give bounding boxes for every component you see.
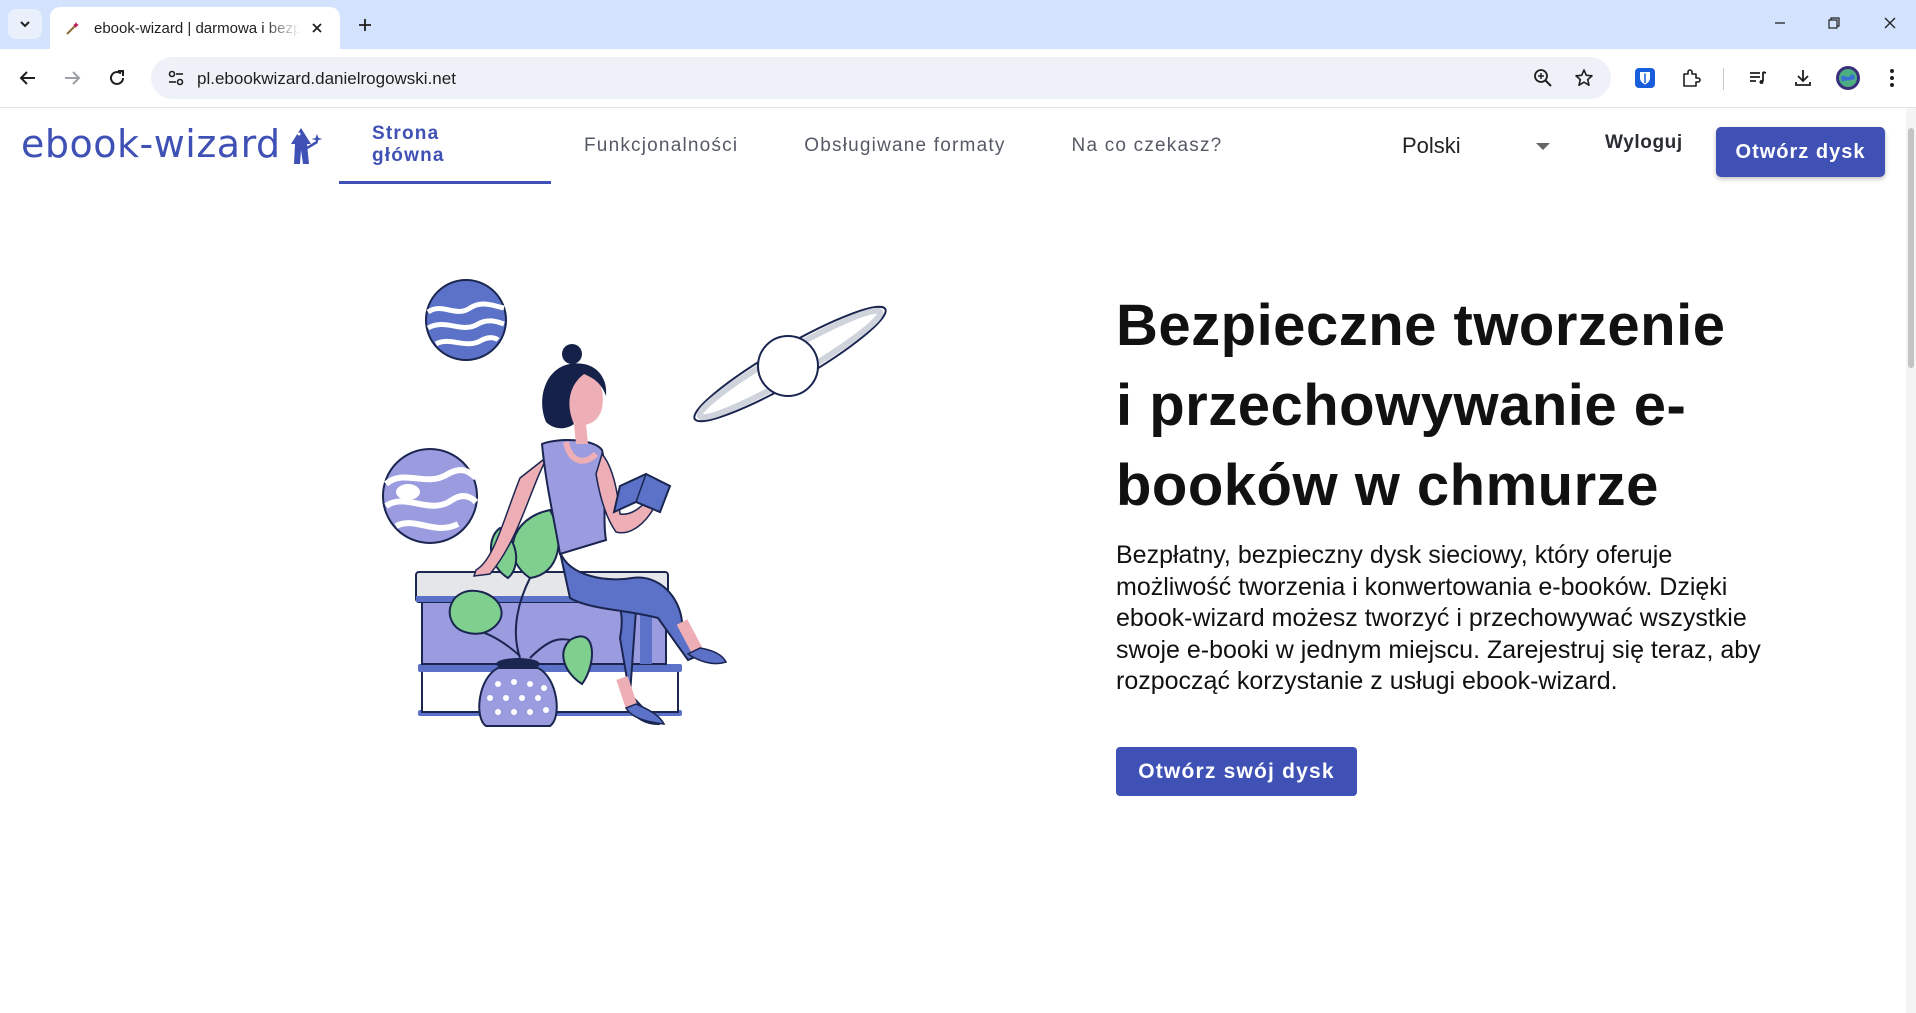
tune-icon (168, 70, 184, 86)
toolbar-separator (1723, 68, 1724, 90)
wizard-icon (290, 128, 323, 164)
logo-text: ebook-wizard (21, 122, 281, 166)
minimize-icon (1775, 22, 1785, 24)
extensions-button[interactable] (1676, 63, 1706, 93)
hero-description: Bezpłatny, bezpieczny dysk sieciowy, któ… (1116, 541, 1761, 695)
browser-tabstrip: ebook-wizard | darmowa i bezpieczna chmu… (0, 0, 1916, 49)
site-info-button[interactable] (161, 63, 191, 93)
url-text[interactable]: pl.ebookwizard.danielrogowski.net (197, 69, 456, 89)
more-vertical-icon (1890, 69, 1894, 87)
dropdown-caret-icon (1536, 143, 1550, 150)
web-page: ebook-wizard Strona główna Funkcjonalnoś… (0, 108, 1916, 1013)
chevron-down-icon (20, 21, 30, 28)
close-tab-icon[interactable] (306, 17, 328, 39)
tab-search-button[interactable] (8, 9, 42, 39)
reload-icon (110, 70, 124, 85)
hero-title: Bezpieczne tworzenie i przechowywanie e-… (1116, 293, 1726, 518)
forward-button[interactable] (57, 63, 87, 93)
browser-toolbar: pl.ebookwizard.danielrogowski.net (0, 49, 1916, 108)
nav-features[interactable]: Funkcjonalności (551, 108, 771, 184)
scroll-thumb[interactable] (1908, 128, 1914, 368)
back-button[interactable] (13, 63, 43, 93)
open-your-drive-button[interactable]: Otwórz swój dysk (1116, 747, 1357, 796)
profile-button[interactable] (1833, 63, 1863, 93)
star-icon (1575, 69, 1593, 86)
shield-icon (1635, 68, 1655, 88)
restore-icon (1828, 17, 1840, 29)
new-tab-button[interactable] (352, 12, 378, 38)
nav-home[interactable]: Strona główna (339, 108, 551, 184)
browser-tab[interactable]: ebook-wizard | darmowa i bezpieczna chmu… (50, 7, 340, 49)
downloads-button[interactable] (1788, 63, 1818, 93)
bookmark-button[interactable] (1571, 65, 1597, 91)
avatar (1836, 66, 1860, 90)
nav-what-are-you-waiting-for[interactable]: Na co czekasz? (1039, 108, 1256, 184)
close-window-button[interactable] (1870, 8, 1910, 38)
close-icon (1884, 17, 1896, 29)
language-value: Polski (1402, 133, 1461, 158)
hero-illustration (382, 279, 887, 727)
restore-button[interactable] (1814, 8, 1854, 38)
main-nav: Strona główna Funkcjonalności Obsługiwan… (339, 108, 1255, 184)
site-logo[interactable]: ebook-wizard (21, 122, 325, 166)
plus-icon (359, 19, 371, 31)
puzzle-icon (1683, 69, 1701, 87)
reload-button[interactable] (102, 63, 132, 93)
ringed-planet (693, 305, 887, 423)
playlist-icon (1750, 71, 1767, 84)
zoom-button[interactable] (1530, 65, 1556, 91)
address-bar[interactable]: pl.ebookwizard.danielrogowski.net (151, 57, 1611, 99)
media-control-button[interactable] (1743, 63, 1773, 93)
bitwarden-extension[interactable] (1630, 63, 1660, 93)
striped-planet-top (425, 279, 507, 361)
nav-formats[interactable]: Obsługiwane formaty (771, 108, 1038, 184)
page-scrollbar[interactable] (1906, 108, 1916, 1013)
tab-title: ebook-wizard | darmowa i bezpieczna chmu… (94, 19, 300, 37)
wand-icon (64, 19, 82, 37)
striped-planet-left (382, 448, 479, 544)
zoom-icon (1534, 69, 1552, 87)
browser-menu-button[interactable] (1877, 63, 1907, 93)
download-icon (1795, 70, 1811, 86)
arrow-left-icon (19, 71, 35, 85)
arrow-right-icon (65, 71, 81, 85)
language-select[interactable]: Polski (1402, 122, 1572, 170)
open-drive-button[interactable]: Otwórz dysk (1716, 127, 1885, 177)
logout-link[interactable]: Wyloguj (1605, 132, 1683, 154)
minimize-button[interactable] (1760, 8, 1800, 38)
